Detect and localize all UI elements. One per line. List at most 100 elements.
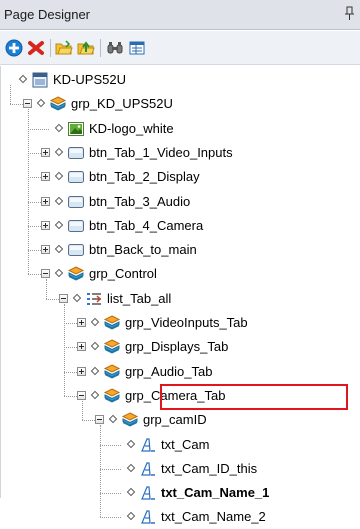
button-icon [67,217,85,235]
collapse-toggle[interactable] [41,269,50,279]
expand-toggle[interactable] [77,366,86,376]
tree-node[interactable]: btn_Tab_2_Display [1,165,360,189]
visibility-toggle[interactable] [126,439,136,448]
visibility-toggle[interactable] [54,123,64,132]
group-icon [103,387,121,405]
expand-toggle[interactable] [41,245,50,255]
panel-header: Page Designer [0,0,360,30]
button-icon [67,193,85,211]
image-icon [67,120,85,138]
visibility-toggle[interactable] [126,463,136,473]
expand-toggle[interactable] [41,172,50,182]
tree-guide-line [46,279,47,299]
panel-title: Page Designer [4,7,90,22]
tree-node-label: btn_Tab_4_Camera [89,217,204,233]
visibility-toggle[interactable] [54,147,64,157]
collapse-toggle[interactable] [23,99,32,109]
visibility-toggle[interactable] [108,414,118,424]
tree-node[interactable]: grp_camID [1,408,360,432]
tree-node[interactable]: KD-logo_white [1,117,360,141]
tree-node[interactable]: btn_Back_to_main [1,238,360,262]
collapse-toggle[interactable] [59,293,68,303]
expand-toggle[interactable] [41,147,50,157]
page-icon [31,71,49,89]
toolbar [0,31,360,65]
add-icon[interactable] [5,39,23,57]
tree-node[interactable]: grp_Control [1,262,360,286]
visibility-toggle[interactable] [54,171,64,181]
visibility-toggle[interactable] [126,487,136,497]
tree-node-label: list_Tab_all [107,290,172,306]
tree-node[interactable]: btn_Tab_4_Camera [1,214,360,238]
tree-connector [100,468,121,470]
button-icon [67,144,85,162]
visibility-toggle[interactable] [90,342,100,351]
tree-node[interactable]: grp_Displays_Tab [1,335,360,359]
pin-icon[interactable] [344,5,356,23]
tree-node[interactable]: txt_Cam [1,433,360,457]
toolbar-separator [100,39,101,57]
find-icon[interactable] [106,39,124,57]
text-icon [139,484,157,502]
properties-icon[interactable] [128,39,146,57]
expand-toggle[interactable] [41,196,50,206]
visibility-toggle[interactable] [54,244,64,254]
tree-node-label: btn_Tab_1_Video_Inputs [89,144,233,160]
tree-node-label: btn_Back_to_main [89,242,197,258]
tree-node-label: txt_Cam_ID_this [161,460,258,476]
tree-node[interactable]: txt_Cam_Name_1 [1,481,360,505]
list-icon [85,290,103,308]
folder-open-icon[interactable] [55,39,73,57]
page-tree: KD-UPS52U grp_KD_UPS52U KD-logo_white btn_T… [0,66,360,524]
tree-node-label: grp_camID [143,412,207,428]
collapse-toggle[interactable] [95,415,104,425]
tree-node[interactable]: btn_Tab_1_Video_Inputs [1,141,360,165]
group-icon [103,338,121,356]
group-icon [121,411,139,429]
tree-connector [100,517,121,519]
tree-node[interactable]: list_Tab_all [1,287,360,311]
visibility-toggle[interactable] [90,317,100,327]
button-icon [67,168,85,186]
group-icon [103,363,121,381]
page-designer-panel: Page Designer KD-UPS52U grp_KD_UPS52U KD… [0,0,360,524]
tree-node[interactable]: grp_KD_UPS52U [1,92,360,116]
tree-guide-line [82,400,83,421]
visibility-toggle[interactable] [126,512,136,521]
visibility-toggle[interactable] [90,390,100,400]
expand-toggle[interactable] [77,318,86,327]
tree-node-label: KD-UPS52U [53,72,126,87]
expand-toggle[interactable] [77,342,86,352]
visibility-toggle[interactable] [54,269,64,278]
tree-node-label: txt_Cam [161,436,210,452]
collapse-toggle[interactable] [77,390,86,400]
tree-node[interactable]: btn_Tab_3_Audio [1,190,360,214]
selection-highlight [160,384,348,410]
tree-node[interactable]: grp_VideoInputs_Tab [1,311,360,335]
tree-connector [100,493,121,495]
group-icon [103,314,121,332]
visibility-toggle[interactable] [72,293,82,302]
visibility-toggle[interactable] [36,99,46,108]
tree-node[interactable]: txt_Cam_Name_2 [1,505,360,529]
tree-node[interactable]: grp_Audio_Tab [1,360,360,384]
tree-guide-line [28,109,29,275]
folder-up-icon[interactable] [77,39,95,57]
expand-toggle[interactable] [41,220,50,230]
tree-node[interactable]: txt_Cam_ID_this [1,457,360,481]
tree-node-label: txt_Cam_Name_2 [161,509,266,525]
visibility-toggle[interactable] [18,74,28,84]
tree-node-label: grp_Displays_Tab [125,339,229,355]
tree-guide-line [10,85,11,105]
visibility-toggle[interactable] [54,196,64,205]
toolbar-separator [50,39,51,57]
visibility-toggle[interactable] [90,366,100,375]
text-icon [139,508,157,526]
button-icon [67,241,85,259]
tree-guide-line [100,425,101,518]
tree-node[interactable]: KD-UPS52U [1,68,360,92]
visibility-toggle[interactable] [54,220,64,230]
tree-connector [100,444,121,446]
delete-icon[interactable] [27,39,45,57]
group-icon [67,265,85,283]
